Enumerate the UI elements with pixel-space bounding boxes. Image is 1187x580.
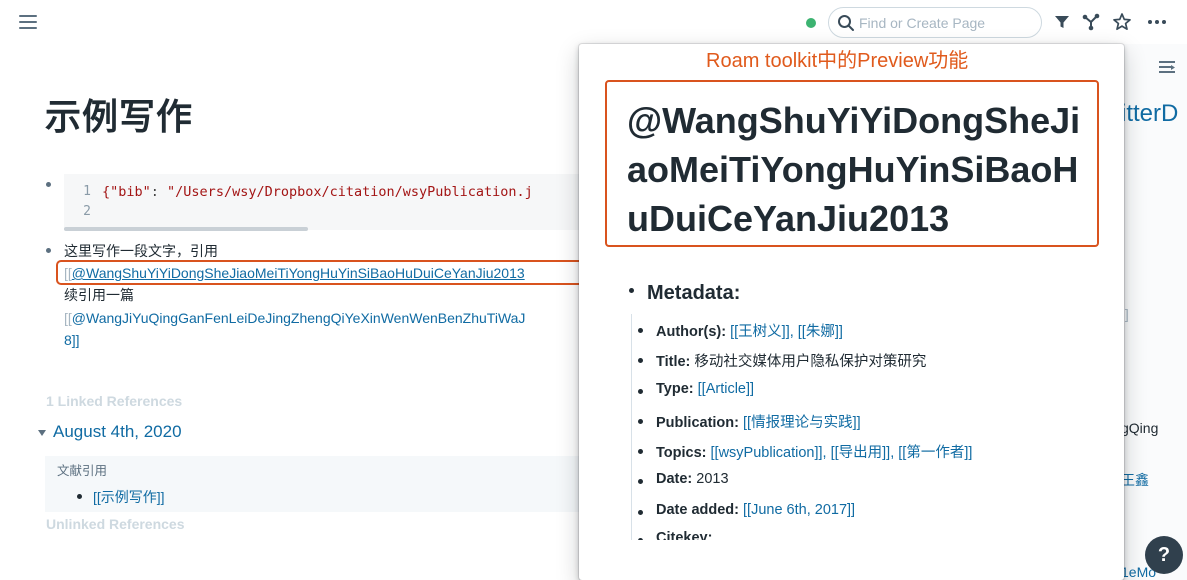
unlinked-references-label[interactable]: Unlinked References xyxy=(46,516,185,532)
metadata-heading[interactable]: Metadata: xyxy=(647,282,740,305)
block-text[interactable]: 这里写作一段文字，引用 xyxy=(64,240,218,262)
page-reference[interactable]: [[@WangJiYuQingGanFenLeiDeJingZhengQiYeX… xyxy=(64,307,580,329)
highlight-box xyxy=(56,260,591,285)
sync-status-icon xyxy=(806,18,816,28)
page-reference-link[interactable]: [[示例写作]] xyxy=(93,487,165,507)
reference-page-link[interactable]: August 4th, 2020 xyxy=(53,422,182,442)
metadata-row-topics[interactable]: Topics: [[wsyPublication]], [[导出用]], [[第… xyxy=(638,441,972,462)
metadata-row-type[interactable]: Type: [[Article]] xyxy=(638,381,754,397)
code-line-numbers: 1 2 xyxy=(83,184,91,219)
search-input[interactable] xyxy=(859,14,1034,32)
more-icon[interactable] xyxy=(1146,11,1168,33)
code-block[interactable]: 1 2 {"bib": "/Users/wsy/Dropbox/citation… xyxy=(64,174,584,230)
sidebar-title-fragment[interactable]: itterD xyxy=(1121,100,1178,128)
graph-icon[interactable] xyxy=(1080,11,1102,33)
filter-icon[interactable] xyxy=(1051,11,1073,33)
preview-page-title[interactable]: @WangShuYiYiDongSheJiaoMeiTiYongHuYinSiB… xyxy=(627,96,1087,243)
metadata-row-date-added[interactable]: Date added: [[June 6th, 2017]] xyxy=(638,502,855,518)
search-icon xyxy=(838,15,854,31)
code-scrollbar[interactable] xyxy=(64,227,308,231)
right-sidebar: itterD ]] gQing 王鑫 1eMo xyxy=(1120,44,1187,580)
star-icon[interactable] xyxy=(1111,11,1133,33)
sidebar-toggle-icon[interactable] xyxy=(1157,60,1177,76)
menu-icon[interactable] xyxy=(19,14,39,30)
block-bullet[interactable] xyxy=(46,182,51,187)
code-content[interactable]: {"bib": "/Users/wsy/Dropbox/citation/wsy… xyxy=(102,182,533,202)
page-title[interactable]: 示例写作 xyxy=(45,88,193,140)
metadata-list: Author(s): [[王树义]], [[朱娜]] Title: 移动社交媒体… xyxy=(631,314,1071,540)
page-reference-link[interactable]: @WangJiYuQingGanFenLeiDeJingZhengQiYeXin… xyxy=(72,310,526,326)
preview-popover[interactable]: @WangShuYiYiDongSheJiaoMeiTiYongHuYinSiB… xyxy=(579,44,1124,580)
reference-breadcrumb[interactable]: 文献引用 xyxy=(57,460,107,479)
block-bullet[interactable] xyxy=(77,494,82,499)
metadata-row-citekey[interactable]: Citekey: xyxy=(638,530,712,540)
collapse-caret-icon[interactable] xyxy=(38,430,46,436)
sidebar-text-fragment[interactable]: 王鑫 xyxy=(1121,470,1149,490)
metadata-row-publication[interactable]: Publication: [[情报理论与实践]] xyxy=(638,411,861,432)
page-reference-tail[interactable]: 8]] xyxy=(64,329,80,351)
sidebar-text-fragment: gQing xyxy=(1121,420,1159,436)
highlight-box: @WangShuYiYiDongSheJiaoMeiTiYongHuYinSiB… xyxy=(605,80,1099,247)
metadata-row-title[interactable]: Title: 移动社交媒体用户隐私保护对策研究 xyxy=(638,350,926,371)
block-bullet[interactable] xyxy=(46,248,51,253)
block-bullet[interactable] xyxy=(629,288,634,293)
help-button[interactable]: ? xyxy=(1145,536,1183,574)
linked-references-label: 1 Linked References xyxy=(46,393,183,409)
search-bar[interactable] xyxy=(828,7,1042,38)
metadata-row-date[interactable]: Date: 2013 xyxy=(638,471,729,487)
block-text[interactable]: 续引用一篇 xyxy=(64,284,134,306)
metadata-row-authors[interactable]: Author(s): [[王树义]], [[朱娜]] xyxy=(638,320,843,341)
reference-card: 文献引用 [[示例写作]] xyxy=(45,456,580,512)
